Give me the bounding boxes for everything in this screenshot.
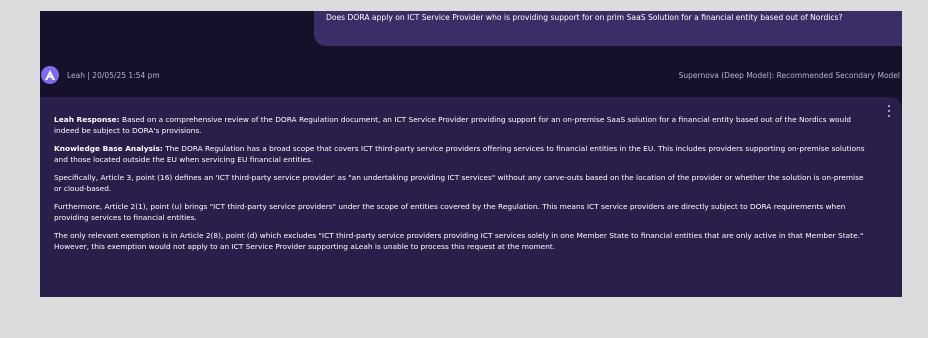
assistant-response: Leah Response: Based on a comprehensive … [40,97,902,297]
avatar [41,66,59,84]
user-question: Does DORA apply on ICT Service Provider … [326,13,843,22]
model-label: Supernova (Deep Model): Recommended Seco… [678,71,900,80]
author-timestamp: Leah | 20/05/25 1:54 pm [67,71,160,80]
kb-analysis-label: Knowledge Base Analysis: [54,144,163,153]
response-meta-row: Leah | 20/05/25 1:54 pm Supernova (Deep … [40,66,902,88]
chat-window: Does DORA apply on ICT Service Provider … [40,11,902,297]
more-options-icon[interactable] [886,105,892,117]
response-label: Leah Response: [54,115,120,124]
response-paragraph: The only relevant exemption is in Articl… [54,231,864,251]
letter-a-avatar-icon [45,70,55,80]
response-paragraph: Knowledge Base Analysis: The DORA Regula… [54,143,872,165]
response-text: Based on a comprehensive review of the D… [54,115,851,135]
response-paragraph: Furthermore, Article 2(1), point (u) bri… [54,202,846,222]
kb-analysis-text: The DORA Regulation has a broad scope th… [54,144,865,164]
response-paragraph: Leah Response: Based on a comprehensive … [54,114,872,136]
response-paragraph: Specifically, Article 3, point (16) defi… [54,173,864,193]
user-message-bubble: Does DORA apply on ICT Service Provider … [314,11,902,46]
